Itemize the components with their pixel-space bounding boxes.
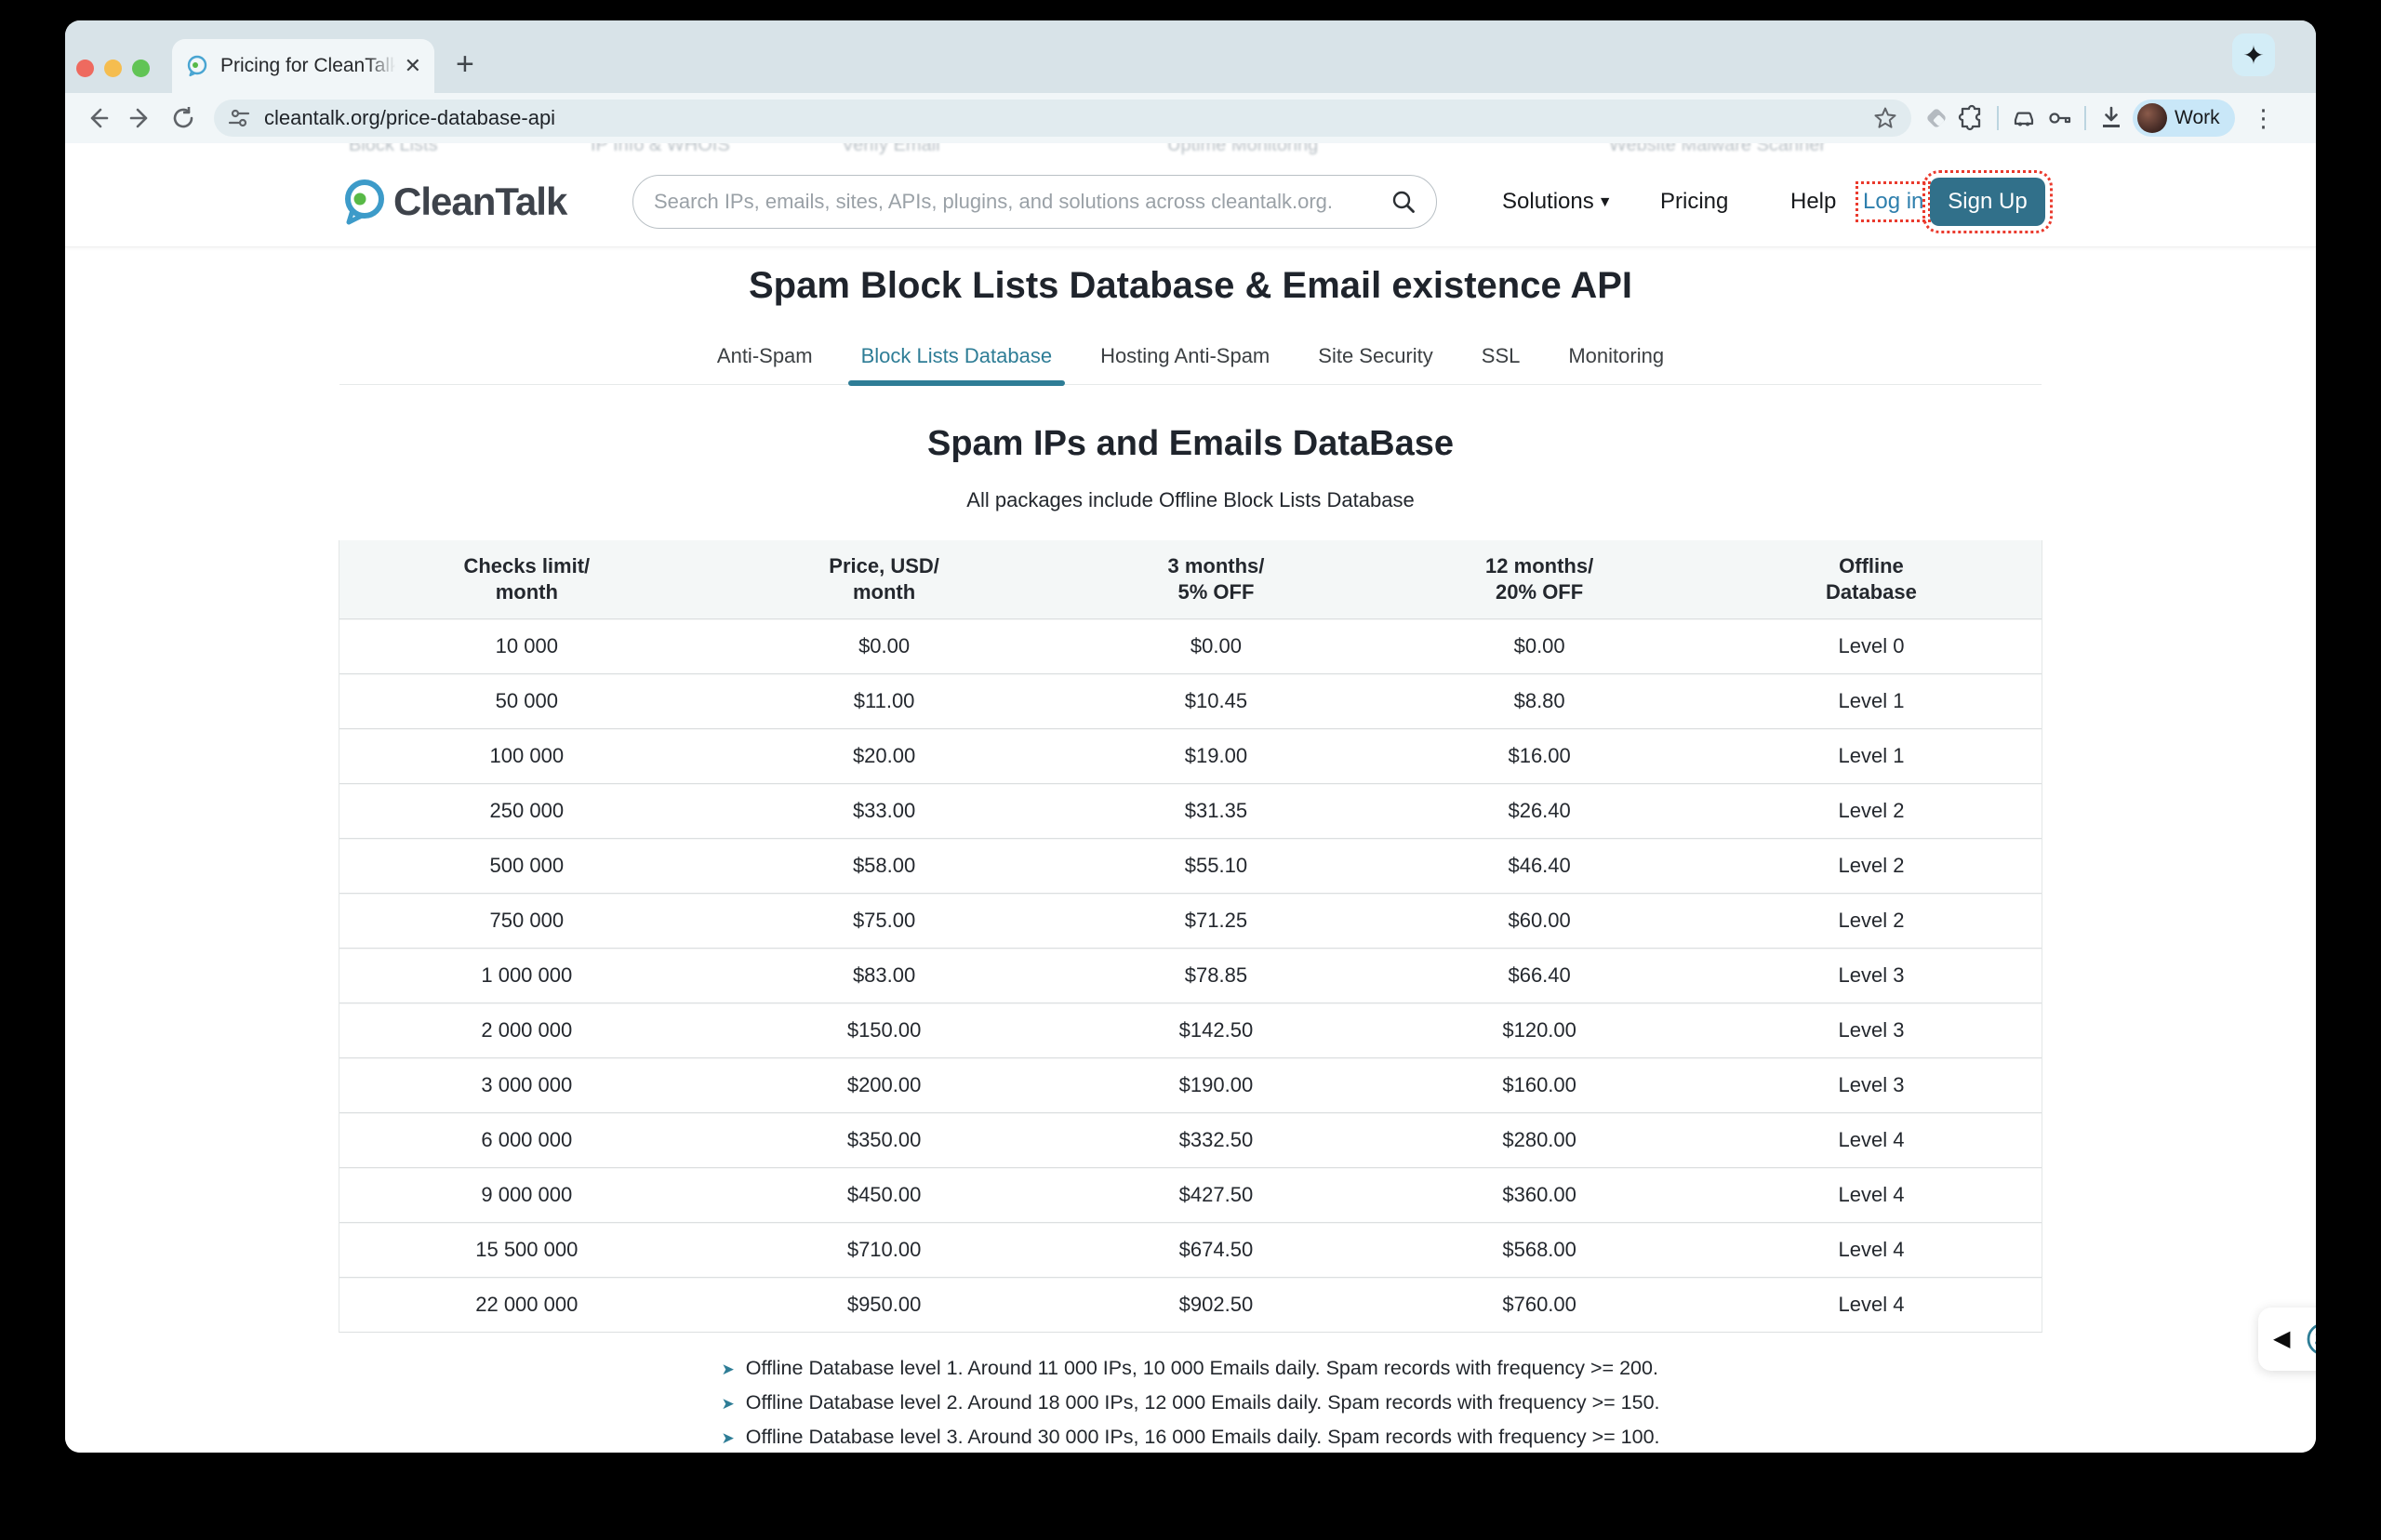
close-window-button[interactable] — [76, 60, 94, 77]
tab-hosting-anti-spam[interactable]: Hosting Anti-Spam — [1100, 344, 1270, 384]
nav-help[interactable]: Help — [1790, 189, 1836, 215]
reload-icon[interactable] — [162, 105, 205, 131]
extension-badge-icon[interactable] — [1922, 104, 1950, 132]
cookie-consent-widget[interactable]: ◀ — [2258, 1308, 2316, 1371]
column-header: Price, USD/month — [714, 553, 1055, 605]
section-subtitle: All packages include Offline Block Lists… — [65, 488, 2316, 512]
tab-anti-spam[interactable]: Anti-Spam — [717, 344, 813, 384]
table-row: 100 000$20.00$19.00$16.00Level 1 — [339, 728, 2042, 783]
browser-window: Pricing for CleanTalk Spam Blo ✕ + ✦ cle… — [65, 20, 2316, 1453]
toolbar-extensions-area: Work ⋮ — [1922, 100, 2285, 137]
pricing-tabs: Anti-Spam Block Lists Database Hosting A… — [339, 344, 2042, 385]
zoom-window-button[interactable] — [132, 60, 150, 77]
login-link[interactable]: Log in — [1863, 189, 1923, 215]
back-icon[interactable] — [76, 105, 119, 131]
nav-pricing[interactable]: Pricing — [1660, 189, 1728, 215]
section-title: Spam IPs and Emails DataBase — [65, 424, 2316, 464]
url-text[interactable]: cleantalk.org/price-database-api — [264, 106, 1872, 130]
password-key-icon[interactable] — [2045, 104, 2073, 132]
car-extension-icon[interactable] — [2010, 104, 2038, 132]
signup-button[interactable]: Sign Up — [1930, 178, 2045, 226]
ghost-nav-item: Uptime Monitoring — [1167, 143, 1318, 156]
arrow-bullet-icon: ➤ — [721, 1361, 734, 1379]
ghost-nav-item: Website Malware Scanner — [1609, 143, 1826, 156]
tab-close-icon[interactable]: ✕ — [405, 54, 421, 78]
ghost-nav-item: Verify Email — [842, 143, 940, 156]
footnotes: ➤Offline Database level 1. Around 11 000… — [721, 1357, 1659, 1453]
minimize-window-button[interactable] — [104, 60, 122, 77]
main-content: Spam Block Lists Database & Email existe… — [65, 246, 2316, 1453]
browser-tab[interactable]: Pricing for CleanTalk Spam Blo ✕ — [172, 39, 434, 93]
profile-chip[interactable]: Work — [2133, 100, 2235, 137]
tab-block-lists-database[interactable]: Block Lists Database — [861, 344, 1052, 384]
toolbar-divider — [2084, 106, 2086, 130]
tab-ssl[interactable]: SSL — [1482, 344, 1521, 384]
arrow-bullet-icon: ➤ — [721, 1429, 734, 1448]
table-row: 250 000$33.00$31.35$26.40Level 2 — [339, 783, 2042, 838]
header-nav: Solutions▼ Pricing Help Log in Sign Up — [65, 157, 2316, 246]
table-row: 750 000$75.00$71.25$60.00Level 2 — [339, 893, 2042, 948]
footnote-item: ➤Offline Database level 2. Around 18 000… — [721, 1391, 1659, 1414]
pricing-table: Checks limit/month Price, USD/month 3 mo… — [339, 540, 2042, 1333]
table-row: 22 000 000$950.00$902.50$760.00Level 4 — [339, 1277, 2042, 1332]
ghost-nav-item: IP Info & WHOIS — [591, 143, 730, 156]
table-row: 10 000$0.00$0.00$0.00Level 0 — [339, 618, 2042, 673]
avatar — [2137, 103, 2167, 133]
column-header: OfflineDatabase — [1701, 553, 2042, 605]
browser-toolbar: cleantalk.org/price-database-api — [65, 93, 2316, 143]
toolbar-divider — [1997, 106, 1999, 130]
profile-label: Work — [2175, 107, 2220, 129]
column-header: 12 months/20% OFF — [1377, 553, 1701, 605]
table-header-row: Checks limit/month Price, USD/month 3 mo… — [339, 540, 2042, 618]
bookmark-star-icon[interactable] — [1872, 105, 1898, 131]
web-page: Block Lists IP Info & WHOIS Verify Email… — [65, 143, 2316, 1453]
table-row: 500 000$58.00$55.10$46.40Level 2 — [339, 838, 2042, 893]
table-row: 15 500 000$710.00$674.50$568.00Level 4 — [339, 1222, 2042, 1277]
collapse-left-icon[interactable]: ◀ — [2273, 1328, 2290, 1350]
table-row: 9 000 000$450.00$427.50$360.00Level 4 — [339, 1167, 2042, 1222]
table-row: 2 000 000$150.00$142.50$120.00Level 3 — [339, 1002, 2042, 1057]
window-controls[interactable] — [76, 60, 150, 77]
address-bar[interactable]: cleantalk.org/price-database-api — [214, 100, 1911, 137]
cleantalk-favicon-icon — [185, 54, 209, 78]
sparkle-icon[interactable]: ✦ — [2232, 33, 2275, 76]
table-row: 50 000$11.00$10.45$8.80Level 1 — [339, 673, 2042, 728]
tab-title: Pricing for CleanTalk Spam Blo — [220, 55, 399, 77]
column-header: 3 months/5% OFF — [1055, 553, 1378, 605]
browser-tab-strip: Pricing for CleanTalk Spam Blo ✕ + ✦ — [65, 20, 2316, 93]
footnote-item: ➤Offline Database level 3. Around 30 000… — [721, 1426, 1659, 1449]
nav-solutions[interactable]: Solutions▼ — [1502, 189, 1613, 215]
extensions-puzzle-icon[interactable] — [1958, 104, 1986, 132]
tab-monitoring[interactable]: Monitoring — [1568, 344, 1664, 384]
arrow-bullet-icon: ➤ — [721, 1395, 734, 1414]
footnote-item: ➤Offline Database level 1. Around 11 000… — [721, 1357, 1659, 1380]
download-icon[interactable] — [2097, 104, 2125, 132]
site-info-icon[interactable] — [227, 106, 251, 130]
chevron-down-icon: ▼ — [1598, 194, 1613, 210]
tab-site-security[interactable]: Site Security — [1318, 344, 1433, 384]
page-title: Spam Block Lists Database & Email existe… — [65, 265, 2316, 307]
cookie-icon[interactable] — [2305, 1321, 2316, 1358]
site-header: CleanTalk Solutions▼ Pricing Help Log in… — [65, 157, 2316, 247]
table-row: 3 000 000$200.00$190.00$160.00Level 3 — [339, 1057, 2042, 1112]
browser-menu-icon[interactable]: ⋮ — [2242, 104, 2285, 133]
ghost-nav-item: Block Lists — [349, 143, 438, 156]
new-tab-button[interactable]: + — [456, 48, 474, 80]
clipped-secondary-nav: Block Lists IP Info & WHOIS Verify Email… — [65, 143, 2316, 157]
table-row: 6 000 000$350.00$332.50$280.00Level 4 — [339, 1112, 2042, 1167]
table-row: 1 000 000$83.00$78.85$66.40Level 3 — [339, 948, 2042, 1002]
column-header: Checks limit/month — [339, 553, 714, 605]
forward-icon[interactable] — [119, 105, 162, 131]
